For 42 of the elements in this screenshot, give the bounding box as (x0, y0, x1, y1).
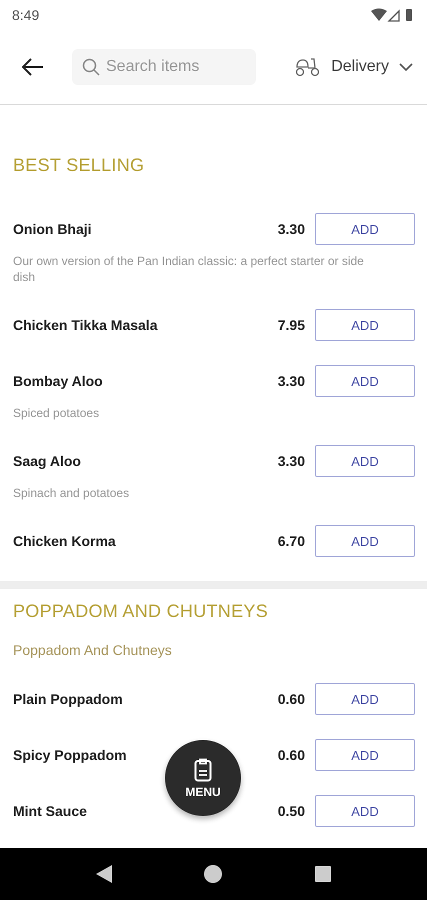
item-name: Saag Aloo (13, 453, 81, 469)
item-name: Chicken Korma (13, 533, 116, 549)
scooter-icon (295, 57, 322, 77)
item-name: Bombay Aloo (13, 373, 103, 389)
recents-nav-icon[interactable] (314, 866, 331, 882)
add-button[interactable]: ADD (315, 213, 415, 245)
item-price: 3.30 (278, 373, 305, 389)
item-price: 7.95 (278, 317, 305, 333)
add-button[interactable]: ADD (315, 795, 415, 827)
section-heading: POPPADOM AND CHUTNEYS (13, 601, 270, 622)
add-button[interactable]: ADD (315, 525, 415, 557)
item-price: 0.60 (278, 747, 305, 763)
search-field[interactable]: Search items (72, 49, 256, 85)
item-price: 3.30 (278, 221, 305, 237)
item-description: Our own version of the Pan Indian classic: a perfect starter or side dish (13, 253, 365, 285)
item-price: 0.60 (278, 691, 305, 707)
clipboard-icon (194, 758, 212, 782)
section-heading: BEST SELLING (13, 155, 146, 176)
item-description: Spinach and potatoes (13, 485, 130, 501)
item-name: Mint Sauce (13, 803, 87, 819)
status-time: 8:49 (12, 7, 40, 23)
section-subheading: Poppadom And Chutneys (13, 642, 173, 658)
item-description: Spiced potatoes (13, 405, 100, 421)
item-name: Plain Poppadom (13, 691, 123, 707)
item-name: Chicken Tikka Masala (13, 317, 158, 333)
add-button[interactable]: ADD (315, 445, 415, 477)
home-nav-icon[interactable] (204, 865, 222, 883)
back-nav-icon[interactable] (96, 865, 112, 883)
delivery-dropdown[interactable]: Delivery (295, 57, 413, 77)
item-name: Onion Bhaji (13, 221, 92, 237)
add-button[interactable]: ADD (315, 309, 415, 341)
chevron-down-icon (399, 62, 413, 72)
search-icon (82, 58, 100, 76)
add-button[interactable]: ADD (315, 739, 415, 771)
add-button[interactable]: ADD (315, 683, 415, 715)
item-price: 6.70 (278, 533, 305, 549)
add-button[interactable]: ADD (315, 365, 415, 397)
item-price: 3.30 (278, 453, 305, 469)
status-icons (371, 8, 415, 22)
item-price: 0.50 (278, 803, 305, 819)
item-name: Spicy Poppadom (13, 747, 127, 763)
menu-button[interactable]: MENU (165, 740, 241, 816)
